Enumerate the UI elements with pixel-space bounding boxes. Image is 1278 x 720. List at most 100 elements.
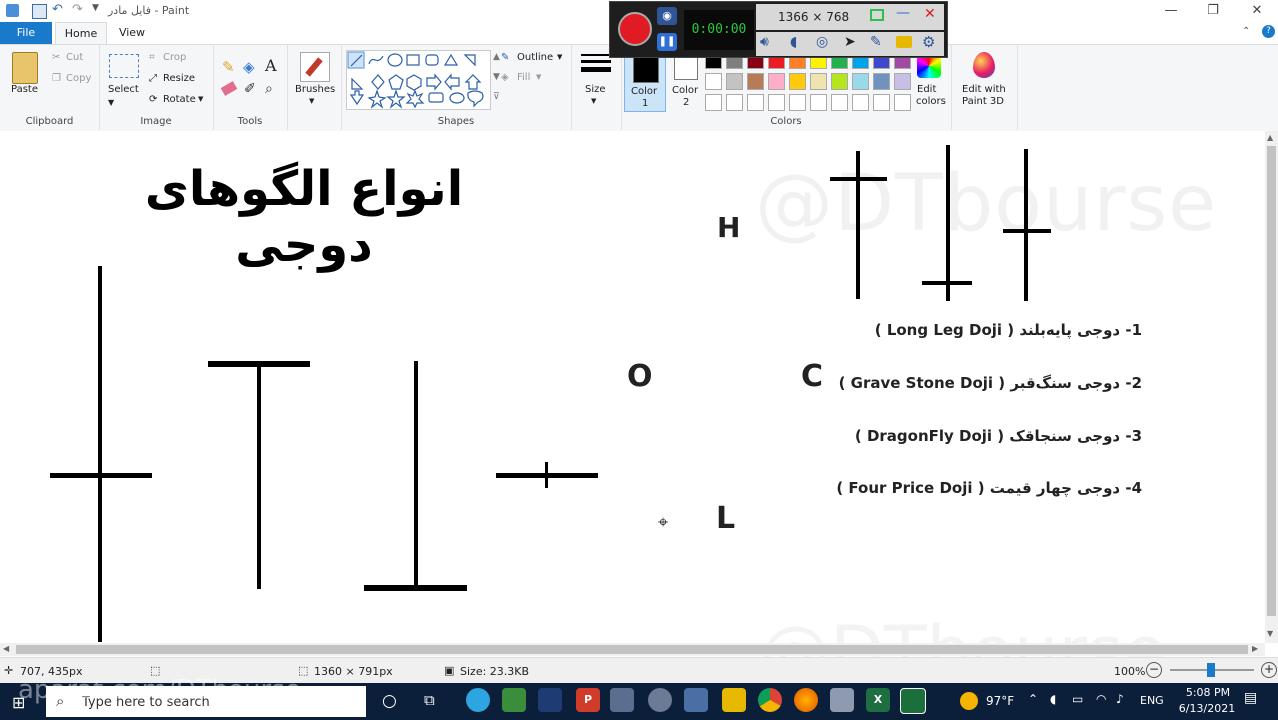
scroll-up-icon[interactable]: ▲ bbox=[1267, 133, 1273, 142]
tab-file[interactable]: File bbox=[0, 22, 52, 44]
zoom-slider-thumb[interactable] bbox=[1207, 663, 1215, 677]
edit-with-paint3d-line2[interactable]: Paint 3D bbox=[962, 96, 1004, 107]
color-picker-icon[interactable]: ✐ bbox=[244, 81, 256, 97]
fill-button[interactable]: Fill bbox=[517, 72, 530, 83]
scroll-left-icon[interactable]: ◀ bbox=[3, 644, 9, 653]
color-swatch[interactable] bbox=[726, 94, 743, 111]
vertical-scrollbar[interactable]: ▲ ▼ bbox=[1265, 131, 1278, 643]
edit-colors-button-line2[interactable]: colors bbox=[916, 96, 946, 107]
color-swatch[interactable] bbox=[810, 73, 827, 90]
color-swatch[interactable] bbox=[747, 73, 764, 90]
telegram-icon[interactable] bbox=[466, 688, 490, 712]
shapes-gallery[interactable] bbox=[346, 50, 491, 110]
recorder-minimize-button[interactable]: — bbox=[896, 5, 910, 21]
powerpoint-icon[interactable]: P bbox=[576, 688, 600, 712]
minimize-button[interactable]: — bbox=[1156, 2, 1186, 20]
microphone-tray-icon[interactable]: ◖ bbox=[1050, 692, 1056, 706]
color-swatch[interactable] bbox=[810, 94, 827, 111]
notifications-icon[interactable]: ▤ bbox=[1244, 690, 1257, 706]
color-swatch[interactable] bbox=[831, 73, 848, 90]
crop-button[interactable]: Crop bbox=[163, 52, 186, 63]
firefox-icon[interactable] bbox=[794, 688, 818, 712]
edit-colors-button[interactable]: Edit bbox=[917, 84, 936, 95]
input-language[interactable]: ENG bbox=[1140, 694, 1164, 707]
chrome-icon[interactable] bbox=[758, 688, 782, 712]
settings-gear-icon[interactable]: ⚙ bbox=[922, 33, 935, 51]
edit-with-paint3d-button[interactable]: Edit with bbox=[962, 84, 1006, 95]
task-view-icon[interactable]: ⧉ bbox=[424, 691, 435, 709]
color-swatch[interactable] bbox=[789, 94, 806, 111]
draw-icon[interactable]: ✎ bbox=[870, 34, 882, 50]
color-swatch[interactable] bbox=[768, 94, 785, 111]
paste-icon[interactable] bbox=[12, 52, 38, 84]
shapes-expand-icon[interactable]: ⊽ bbox=[493, 92, 500, 102]
vertical-scroll-thumb[interactable] bbox=[1267, 146, 1276, 616]
camera-icon[interactable]: ◉ bbox=[657, 7, 677, 25]
undo-icon[interactable]: ↶ bbox=[52, 2, 63, 17]
select-dropdown-icon[interactable]: ▼ bbox=[108, 98, 114, 107]
horizontal-scrollbar[interactable]: ◀ ▶ bbox=[0, 643, 1265, 656]
drawing-canvas[interactable]: @DTbourse @DTbourse انواع الگوهای دوجی H… bbox=[0, 131, 1265, 693]
color-swatch[interactable] bbox=[852, 73, 869, 90]
rotate-dropdown-icon[interactable]: ▼ bbox=[198, 95, 203, 103]
horizontal-scroll-thumb[interactable] bbox=[16, 645, 1248, 654]
save-icon[interactable] bbox=[32, 4, 47, 19]
app-icon-green[interactable] bbox=[502, 688, 526, 712]
zoom-out-button[interactable]: − bbox=[1146, 662, 1162, 678]
excel-icon[interactable]: X bbox=[866, 688, 890, 712]
webcam-icon[interactable]: ◎ bbox=[816, 34, 828, 50]
tray-expand-icon[interactable]: ⌃ bbox=[1028, 692, 1038, 706]
text-tool-icon[interactable]: A bbox=[265, 56, 277, 75]
select-button[interactable]: Select bbox=[108, 84, 139, 95]
redo-icon[interactable]: ↷ bbox=[72, 2, 83, 17]
color-swatch[interactable] bbox=[852, 94, 869, 111]
battery-icon[interactable]: ▭ bbox=[1072, 692, 1083, 706]
tab-home[interactable]: Home bbox=[55, 22, 107, 45]
shapes-scroll-down-icon[interactable]: ▼ bbox=[493, 72, 500, 82]
clock-time[interactable]: 5:08 PM bbox=[1180, 686, 1236, 699]
record-button[interactable] bbox=[618, 12, 652, 46]
shapes-scroll-up-icon[interactable]: ▲ bbox=[493, 52, 500, 62]
app-icon-doc[interactable] bbox=[610, 688, 634, 712]
color-swatch[interactable] bbox=[768, 73, 785, 90]
magnifier-icon[interactable]: ⌕ bbox=[265, 81, 273, 97]
tab-view[interactable]: View bbox=[110, 22, 154, 44]
clock-date[interactable]: 6/13/2021 bbox=[1176, 702, 1238, 715]
color-swatch[interactable] bbox=[705, 73, 722, 90]
fill-bucket-icon[interactable]: ◈ bbox=[243, 58, 255, 76]
color-swatch[interactable] bbox=[747, 94, 764, 111]
brushes-button[interactable]: Brushes bbox=[295, 84, 335, 95]
paste-button[interactable]: Paste bbox=[11, 84, 38, 95]
outline-dropdown-icon[interactable]: ▼ bbox=[557, 53, 562, 61]
file-explorer-icon[interactable] bbox=[722, 688, 746, 712]
brush-icon[interactable] bbox=[300, 52, 330, 82]
paint3d-icon[interactable] bbox=[973, 52, 995, 78]
wifi-icon[interactable]: ◠ bbox=[1096, 692, 1106, 706]
restore-button[interactable]: ❐ bbox=[1198, 2, 1228, 20]
region-icon[interactable] bbox=[870, 9, 884, 21]
help-icon[interactable]: ? bbox=[1262, 25, 1275, 38]
select-icon[interactable] bbox=[109, 54, 139, 78]
app-icon-settings[interactable] bbox=[830, 688, 854, 712]
scroll-down-icon[interactable]: ▼ bbox=[1267, 629, 1273, 638]
speaker-icon[interactable]: 🔊︎ bbox=[760, 34, 769, 50]
rotate-button[interactable]: Rotate bbox=[163, 94, 196, 105]
fill-dropdown-icon[interactable]: ▼ bbox=[536, 73, 541, 81]
app-icon-chart[interactable] bbox=[538, 688, 562, 712]
weather-temp[interactable]: 97°F bbox=[986, 694, 1014, 708]
color-swatch[interactable] bbox=[873, 73, 890, 90]
color-swatch[interactable] bbox=[894, 94, 911, 111]
close-button[interactable]: ✕ bbox=[1242, 2, 1272, 20]
pencil-icon[interactable]: ✎ bbox=[222, 58, 235, 76]
color-swatch[interactable] bbox=[894, 73, 911, 90]
app-icon-vpn[interactable] bbox=[648, 688, 672, 712]
customize-quick-access-icon[interactable]: ▼ bbox=[92, 3, 99, 13]
volume-icon[interactable]: ♪ bbox=[1116, 692, 1124, 706]
zoom-in-button[interactable]: + bbox=[1261, 662, 1277, 678]
color-swatch[interactable] bbox=[705, 94, 722, 111]
calculator-icon[interactable] bbox=[684, 688, 708, 712]
folder-icon[interactable] bbox=[896, 36, 912, 48]
recorder-close-button[interactable]: ✕ bbox=[924, 6, 936, 22]
outline-button[interactable]: Outline bbox=[517, 52, 553, 63]
brushes-dropdown-icon[interactable]: ▼ bbox=[309, 97, 314, 105]
